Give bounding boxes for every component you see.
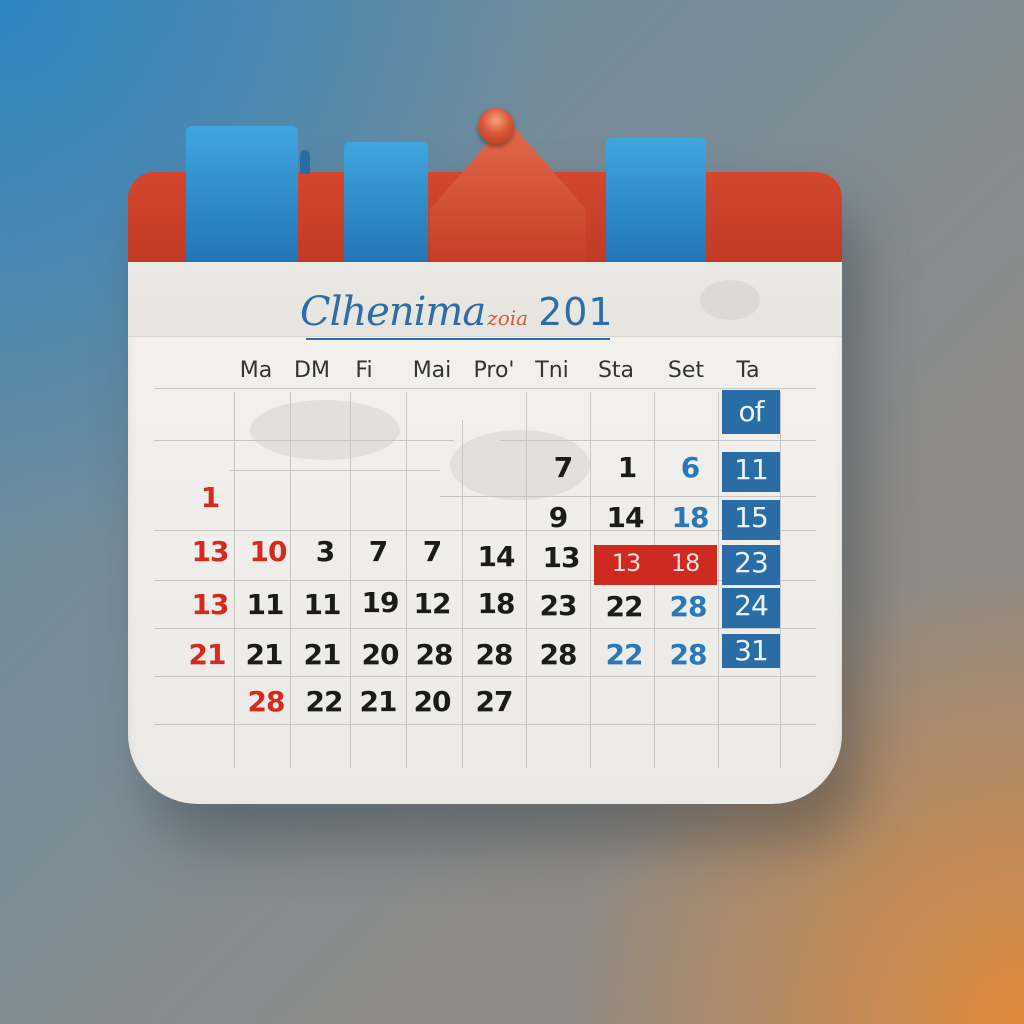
day-cell[interactable]: 7 [530,446,596,490]
grid-line [500,440,816,441]
day-cell[interactable]: 31 [718,629,784,673]
day-cell[interactable]: 21 [289,633,355,677]
day-cell[interactable]: 11 [718,448,784,492]
day-cell[interactable]: 24 [718,584,784,628]
paper-stain [250,400,400,460]
day-cell[interactable]: 28 [233,680,299,724]
weekday-label: Fi [355,358,373,383]
grid-line [230,470,440,471]
binding-tab-right-front [606,138,706,264]
pin-icon [478,108,514,144]
day-cell[interactable]: 12 [399,582,465,626]
weekday-label: Ta [736,358,760,383]
calendar-title: Clhenima zoia 201 [300,288,614,336]
day-cell[interactable]: 1 [594,446,660,490]
grid-line [154,724,816,725]
grid-line [154,388,816,389]
day-cell[interactable]: 18 [652,541,718,585]
day-cell[interactable]: 23 [718,541,784,585]
day-cell[interactable]: 23 [525,584,591,628]
day-cell[interactable]: 13 [528,536,594,580]
day-cell[interactable]: 14 [463,535,529,579]
day-cell[interactable]: 28 [655,633,721,677]
hanger-triangle [430,120,586,264]
binding-tab-middle-front [344,142,428,264]
weekday-label: Set [667,358,705,383]
day-cell[interactable]: 6 [657,446,723,490]
weekday-label: Sta [597,358,635,383]
binding-tab-left-front [186,126,298,264]
day-cell[interactable]: 22 [591,585,657,629]
day-cell[interactable]: 28 [401,633,467,677]
year-label: 201 [538,290,614,334]
day-cell[interactable]: 9 [525,496,591,540]
title-underline [306,338,610,340]
day-cell[interactable]: 14 [592,496,658,540]
day-cell[interactable]: 22 [591,633,657,677]
day-cell[interactable]: 13 [593,541,659,585]
day-cell[interactable]: 13 [177,530,243,574]
day-cell[interactable]: 15 [718,496,784,540]
paper-stain [700,280,760,320]
day-cell[interactable]: 11 [289,583,355,627]
grid-line [154,440,454,441]
weekday-label: Tni [535,358,569,383]
day-cell[interactable]: 28 [525,633,591,677]
day-cell[interactable]: 28 [461,633,527,677]
day-cell[interactable]: 1 [177,476,243,520]
month-title-accent: zoia [487,306,529,330]
binding-tab-red-small [300,150,310,174]
weekday-label: Mai [412,358,452,383]
day-cell[interactable]: 18 [463,582,529,626]
day-cell[interactable]: 28 [655,585,721,629]
day-cell[interactable]: 27 [461,680,527,724]
day-cell[interactable]: 18 [657,496,723,540]
day-cell[interactable]: of [718,390,784,434]
day-cell[interactable]: 7 [399,530,465,574]
month-title: Clhenima [300,289,486,335]
day-cell[interactable]: 21 [231,633,297,677]
day-cell[interactable]: 20 [399,680,465,724]
